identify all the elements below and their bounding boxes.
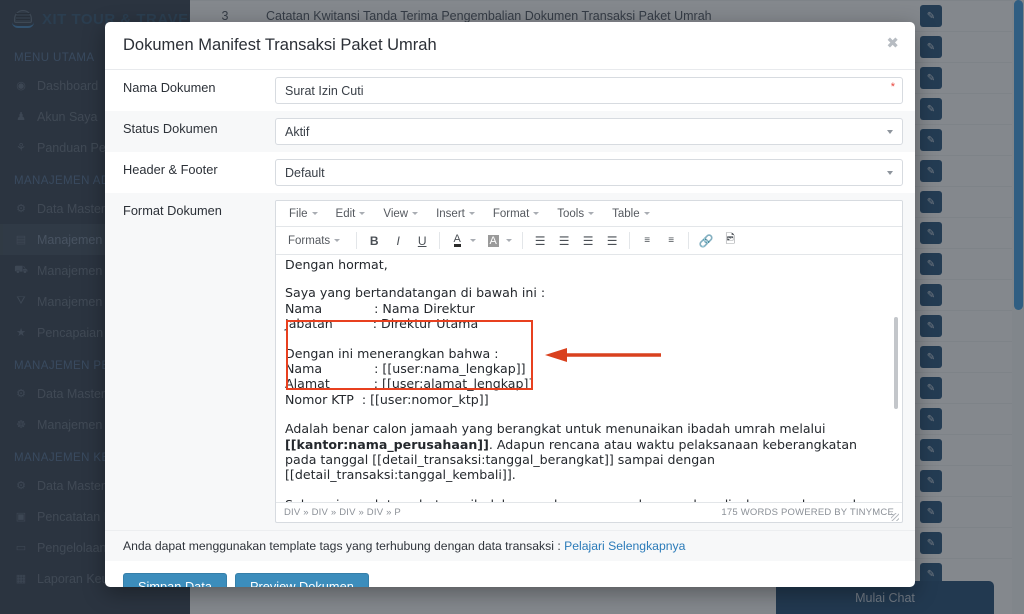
chevron-down-icon: [887, 170, 893, 175]
text-color-icon[interactable]: A: [446, 230, 468, 252]
label-nama-dokumen: Nama Dokumen: [123, 80, 216, 95]
editor-content[interactable]: Dengan hormat, Saya yang bertandatangan …: [276, 255, 902, 502]
p3-pre: Adalah benar calon jamaah yang berangkat…: [285, 421, 826, 437]
link-icon[interactable]: 🔗: [695, 230, 717, 252]
chevron-down-icon: [311, 212, 318, 215]
screen-root: 3Catatan Kwitansi Tanda Terima Pengembal…: [0, 0, 1024, 614]
status-dokumen-value: Aktif: [285, 124, 310, 139]
editor-menu-label: Edit: [335, 207, 356, 220]
editor-resize-handle[interactable]: [891, 513, 899, 521]
document-modal: Dokumen Manifest Transaksi Paket Umrah ✖…: [105, 22, 915, 587]
p2-line4: Nomor KTP : [[user:nomor_ktp]]: [285, 391, 489, 407]
bold-icon[interactable]: B: [363, 230, 385, 252]
editor-menu-label: Insert: [436, 207, 465, 220]
header-footer-select[interactable]: Default: [275, 159, 903, 186]
bulleted-list-icon[interactable]: ≡: [660, 230, 682, 252]
chevron-down-icon: [643, 212, 650, 215]
image-icon[interactable]: 🖻: [719, 230, 741, 252]
toolbar-divider: [522, 232, 524, 249]
background-color-icon[interactable]: A: [482, 230, 504, 252]
editor-menu-label: Tools: [557, 207, 585, 220]
p1-line2: Nama : Nama Direktur: [285, 300, 475, 316]
editor-menu-label: View: [383, 207, 409, 220]
chevron-down-icon: [533, 212, 540, 215]
editor-menu-tools[interactable]: Tools: [548, 204, 603, 224]
status-dokumen-select[interactable]: Aktif: [275, 118, 903, 145]
p1-line1: Saya yang bertandatangan di bawah ini :: [285, 285, 546, 301]
editor-menu-label: Table: [612, 207, 640, 220]
align-center-icon[interactable]: ☰: [553, 230, 575, 252]
editor-menu-file[interactable]: File: [280, 204, 327, 224]
editor-paragraph-4: Selama jamaah tersebut masih dalam rombo…: [285, 497, 880, 502]
toolbar-divider: [439, 232, 441, 249]
toolbar-divider: [688, 232, 690, 249]
field-row-nama-dokumen: Nama Dokumen Surat Izin Cuti *: [105, 70, 915, 111]
editor-menu-edit[interactable]: Edit: [327, 204, 375, 224]
hint-text: Anda dapat menggunakan template tags yan…: [123, 539, 565, 553]
editor-menu-table[interactable]: Table: [603, 204, 659, 224]
editor-menu-format[interactable]: Format: [484, 204, 548, 224]
close-icon[interactable]: ✖: [886, 36, 899, 51]
field-row-format-dokumen: Format Dokumen File Edit View Insert Format T…: [105, 193, 915, 530]
chevron-down-icon[interactable]: [470, 239, 477, 242]
modal-header: Dokumen Manifest Transaksi Paket Umrah ✖: [105, 22, 915, 70]
editor-menu-label: Format: [492, 207, 530, 220]
template-tags-hint: Anda dapat menggunakan template tags yan…: [105, 530, 915, 561]
chevron-down-icon[interactable]: [506, 239, 513, 242]
p1-line3: Jabatan : Direktur Utama: [285, 316, 479, 332]
preview-document-button[interactable]: Preview Dokumen: [234, 573, 369, 587]
label-header-footer: Header & Footer: [123, 162, 218, 177]
editor-statusbar: DIV » DIV » DIV » DIV » P 175 WORDS POWE…: [276, 502, 902, 522]
editor-element-path[interactable]: DIV » DIV » DIV » DIV » P: [284, 507, 401, 518]
label-status-dokumen: Status Dokumen: [123, 121, 218, 136]
save-data-button[interactable]: Simpan Data: [123, 573, 227, 587]
chevron-down-icon: [887, 129, 893, 134]
editor-line-top: Dengan hormat,: [285, 257, 388, 272]
p2-line2: Nama : [[user:nama_lengkap]]: [285, 361, 526, 377]
learn-more-link[interactable]: Pelajari Selengkapnya: [564, 539, 685, 553]
align-justify-icon[interactable]: ☰: [601, 230, 623, 252]
chevron-down-icon: [334, 239, 341, 242]
align-left-icon[interactable]: ☰: [529, 230, 551, 252]
align-right-icon[interactable]: ☰: [577, 230, 599, 252]
tinymce-editor: File Edit View Insert Format Tools Table Forma…: [275, 200, 903, 523]
chevron-down-icon: [412, 212, 419, 215]
editor-paragraph-3: Adalah benar calon jamaah yang berangkat…: [285, 421, 880, 483]
editor-word-count: 175 WORDS POWERED BY TINYMCE: [721, 507, 894, 518]
required-marker: *: [890, 81, 895, 93]
editor-paragraph-2: Dengan ini menerangkan bahwa : Nama : [[u…: [285, 346, 880, 408]
p2-line3: Alamat : [[user:alamat_lengkap]]: [285, 376, 534, 392]
editor-toolbar: Formats B I U A A ☰ ☰ ☰ ☰ ≡ ≡ 🔗 🖻: [276, 227, 902, 255]
field-row-status-dokumen: Status Dokumen Aktif: [105, 111, 915, 152]
editor-scrollbar-thumb[interactable]: [894, 317, 898, 409]
italic-icon[interactable]: I: [387, 230, 409, 252]
label-format-dokumen: Format Dokumen: [123, 203, 222, 218]
editor-menubar: File Edit View Insert Format Tools Table: [276, 201, 902, 227]
editor-menu-insert[interactable]: Insert: [427, 204, 484, 224]
formats-label: Formats: [288, 234, 331, 247]
field-row-header-footer: Header & Footer Default: [105, 152, 915, 193]
chevron-down-icon: [468, 212, 475, 215]
toolbar-divider: [356, 232, 358, 249]
header-footer-value: Default: [285, 165, 325, 180]
editor-menu-view[interactable]: View: [374, 204, 427, 224]
numbered-list-icon[interactable]: ≡: [636, 230, 658, 252]
modal-footer-buttons: Simpan Data Preview Dokumen: [105, 561, 915, 587]
editor-menu-label: File: [289, 207, 308, 220]
modal-title: Dokumen Manifest Transaksi Paket Umrah: [123, 36, 437, 54]
underline-icon[interactable]: U: [411, 230, 433, 252]
p3-template-tag: [[kantor:nama_perusahaan]]: [285, 436, 489, 452]
editor-paragraph-1: Saya yang bertandatangan di bawah ini :N…: [285, 285, 880, 331]
formats-dropdown[interactable]: Formats: [281, 231, 347, 251]
nama-dokumen-input[interactable]: Surat Izin Cuti: [275, 77, 903, 104]
p2-line1: Dengan ini menerangkan bahwa :: [285, 345, 499, 361]
toolbar-divider: [629, 232, 631, 249]
chevron-down-icon: [359, 212, 366, 215]
modal-body: Nama Dokumen Surat Izin Cuti * Status Do…: [105, 70, 915, 587]
chevron-down-icon: [588, 212, 595, 215]
